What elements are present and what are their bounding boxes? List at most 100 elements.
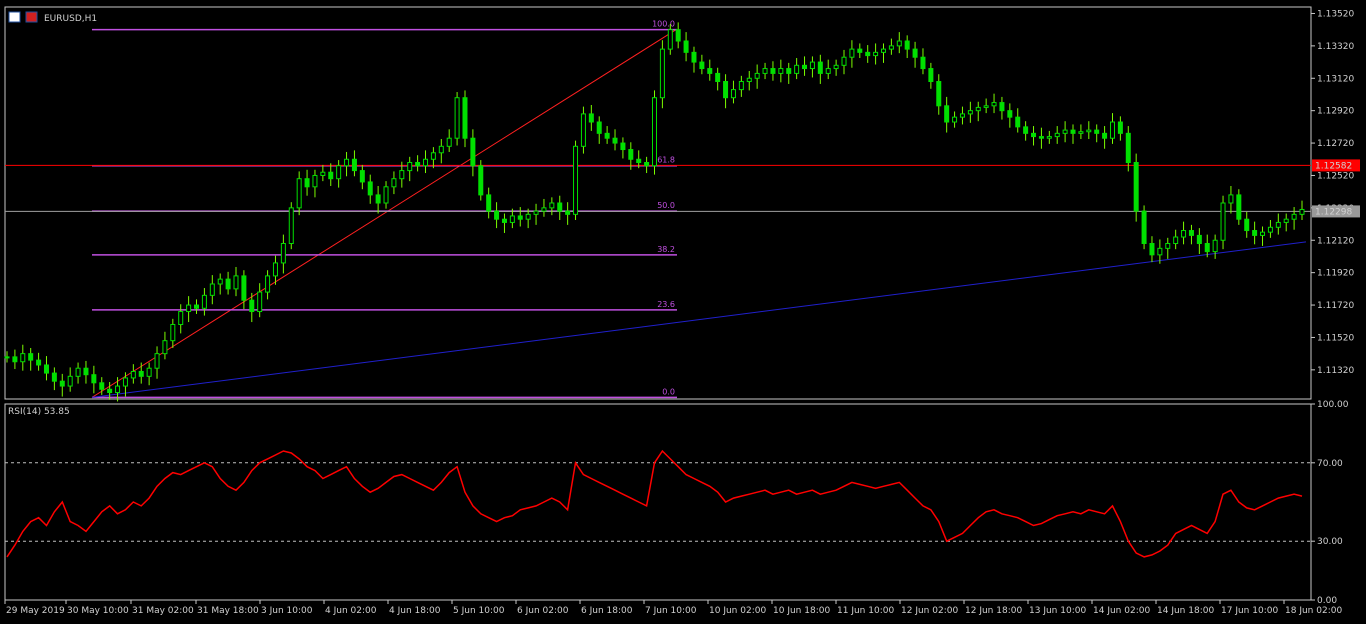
candle: [920, 48, 926, 75]
candle-body: [1275, 221, 1281, 228]
candle-body: [1244, 218, 1250, 232]
candle: [130, 364, 136, 384]
candle: [217, 273, 223, 295]
candle: [304, 169, 310, 196]
candle-body: [1094, 129, 1100, 134]
candle: [715, 67, 721, 91]
x-tick-label: 5 Jun 10:00: [453, 606, 505, 616]
candle-body: [1109, 121, 1115, 139]
candle-body: [83, 367, 89, 376]
candle: [1173, 229, 1179, 250]
candle: [778, 59, 784, 83]
candle: [952, 111, 958, 128]
bid-tag-text: 1.12298: [1315, 207, 1352, 217]
x-tick-label: 6 Jun 18:00: [581, 606, 633, 616]
candle-body: [312, 174, 318, 188]
candle-body: [959, 113, 965, 118]
candle-body: [146, 367, 152, 377]
candle: [691, 46, 697, 73]
candle: [67, 367, 73, 392]
candle-body: [454, 97, 460, 139]
candle-body: [399, 170, 405, 180]
candle-body: [67, 375, 73, 387]
candle-body: [936, 81, 942, 107]
candle: [975, 101, 981, 122]
candle-body: [738, 81, 744, 91]
candle-body: [201, 294, 207, 309]
candle-body: [336, 165, 342, 180]
candle-body: [470, 137, 476, 167]
candle: [75, 362, 81, 384]
candle-body: [770, 68, 776, 74]
candle-body: [873, 51, 879, 57]
candle: [1267, 220, 1273, 238]
x-tick-label: 10 Jun 18:00: [773, 606, 830, 616]
candle-body: [999, 102, 1005, 112]
x-tick-label: 7 Jun 10:00: [645, 606, 697, 616]
candle: [170, 318, 176, 348]
candle-body: [391, 178, 397, 188]
candle-body: [1054, 132, 1060, 138]
candle: [328, 163, 334, 186]
rsi-y-tick-label: 70.00: [1317, 459, 1343, 469]
candle: [1086, 121, 1092, 140]
candle: [1196, 228, 1202, 255]
candle-body: [802, 64, 808, 70]
x-tick-label: 10 Jun 02:00: [709, 606, 766, 616]
candle: [312, 169, 318, 198]
fib-level-label: 38.2: [657, 245, 675, 254]
candle: [849, 40, 855, 68]
candle: [596, 116, 602, 144]
candle: [367, 174, 373, 204]
candle-body: [636, 158, 642, 164]
candle-body: [1252, 230, 1258, 236]
candle: [604, 126, 610, 144]
rsi-pane-frame: [4, 403, 1312, 601]
candle: [20, 344, 26, 371]
fib-level-label: 100.0: [652, 20, 675, 29]
candle-body: [1228, 194, 1234, 204]
candle-body: [1181, 230, 1187, 238]
candle-body: [43, 364, 49, 374]
candle: [659, 40, 665, 109]
candle: [746, 70, 752, 91]
candle-body: [36, 359, 42, 366]
candle-body: [494, 210, 500, 220]
candle-body: [194, 304, 200, 309]
x-tick-label: 3 Jun 10:00: [261, 606, 313, 616]
y-tick-label: 1.13120: [1317, 74, 1354, 84]
x-tick-label: 14 Jun 18:00: [1157, 606, 1214, 616]
candle-body: [1117, 121, 1123, 134]
candle: [730, 80, 736, 104]
candle-body: [233, 275, 239, 290]
candle-body: [667, 29, 673, 50]
candle-body: [265, 275, 271, 293]
candle: [1125, 126, 1131, 172]
candle: [959, 106, 965, 125]
candle-body: [415, 162, 421, 167]
y-tick-label: 1.11520: [1317, 333, 1354, 343]
candle: [541, 198, 547, 217]
candle-body: [541, 207, 547, 212]
candle: [1038, 127, 1044, 149]
candle: [1181, 221, 1187, 245]
x-tick-label: 4 Jun 18:00: [389, 606, 441, 616]
x-tick-label: 30 May 10:00: [67, 606, 129, 616]
candle-body: [20, 353, 26, 363]
candle-body: [620, 142, 626, 151]
candle-body: [1196, 234, 1202, 244]
candle: [194, 299, 200, 314]
candle-body: [1267, 226, 1273, 233]
candle-body: [407, 162, 413, 172]
candle-body: [478, 165, 484, 196]
candle-body: [628, 149, 634, 160]
candle-body: [967, 110, 973, 115]
candle: [162, 331, 168, 360]
candle: [873, 43, 879, 65]
candle: [936, 74, 942, 115]
candle: [967, 101, 973, 123]
candle: [1252, 221, 1258, 245]
candle-body: [659, 48, 665, 99]
candle: [320, 164, 326, 182]
table-icon: [8, 11, 21, 23]
